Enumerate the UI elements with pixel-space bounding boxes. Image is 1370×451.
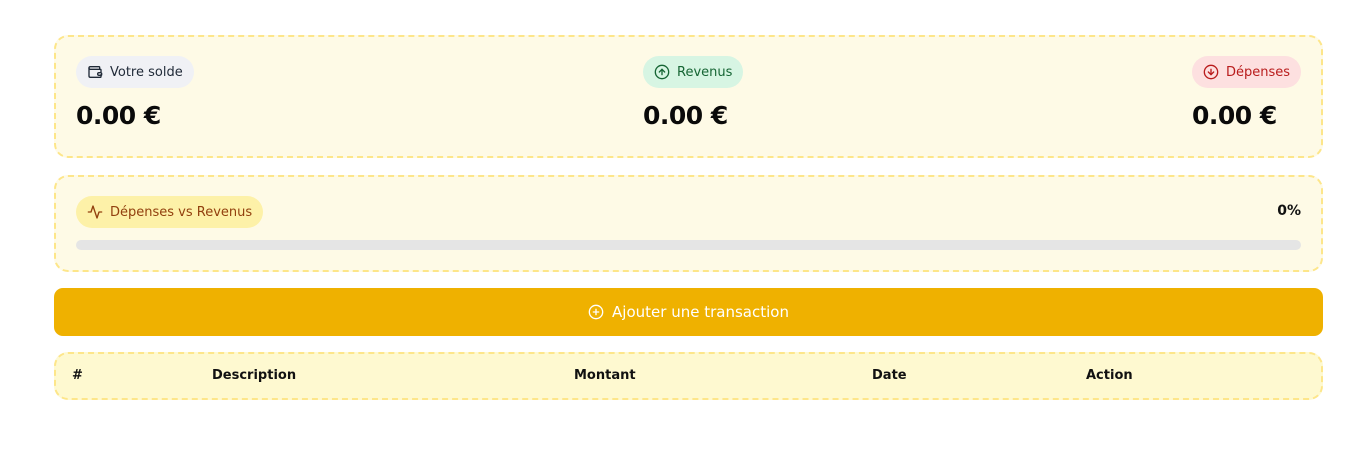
column-header-action: Action bbox=[1086, 368, 1133, 383]
balance-badge: Votre solde bbox=[76, 56, 194, 88]
ratio-badge: Dépenses vs Revenus bbox=[76, 196, 264, 228]
income-amount: 0.00 € bbox=[643, 101, 728, 130]
expenses-badge: Dépenses bbox=[1192, 56, 1302, 88]
income-label: Revenus bbox=[677, 64, 733, 80]
income-badge: Revenus bbox=[643, 56, 744, 88]
column-header-amount: Montant bbox=[574, 368, 636, 383]
ratio-percent: 0% bbox=[1277, 203, 1301, 219]
ratio-progress-bar bbox=[76, 240, 1301, 250]
expenses-label: Dépenses bbox=[1226, 64, 1291, 80]
column-header-index: # bbox=[72, 368, 83, 383]
summary-card: Votre solde 0.00 € Revenus 0.00 € Dépens… bbox=[54, 35, 1323, 158]
balance-label: Votre solde bbox=[110, 64, 183, 80]
wallet-icon bbox=[88, 66, 103, 78]
column-header-description: Description bbox=[212, 368, 297, 383]
transactions-table: # Description Montant Date Action bbox=[54, 352, 1323, 400]
expenses-amount: 0.00 € bbox=[1192, 101, 1277, 130]
column-header-date: Date bbox=[872, 368, 907, 383]
arrow-down-circle-icon bbox=[1203, 64, 1219, 80]
plus-circle-icon bbox=[588, 304, 604, 320]
arrow-up-circle-icon bbox=[654, 64, 670, 80]
activity-icon bbox=[87, 205, 103, 219]
ratio-label: Dépenses vs Revenus bbox=[110, 204, 253, 220]
balance-amount: 0.00 € bbox=[76, 101, 161, 130]
ratio-card: Dépenses vs Revenus 0% bbox=[54, 175, 1323, 272]
add-transaction-button[interactable]: Ajouter une transaction bbox=[54, 288, 1323, 336]
add-transaction-label: Ajouter une transaction bbox=[612, 303, 789, 321]
